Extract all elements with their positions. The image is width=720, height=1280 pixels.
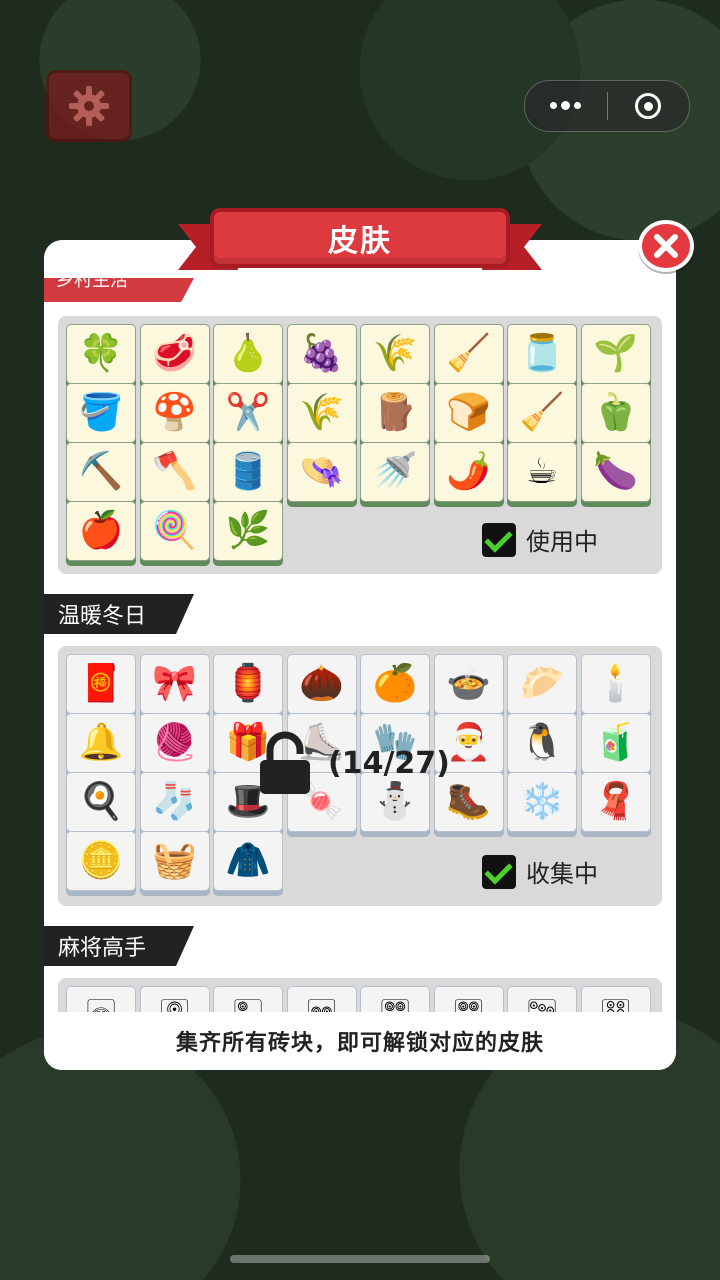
tile[interactable]: 🫑 bbox=[580, 383, 651, 443]
title-banner: 皮肤 bbox=[178, 208, 542, 282]
tile[interactable]: 🪵 bbox=[360, 383, 430, 443]
tile[interactable]: 🛢️ bbox=[213, 442, 283, 502]
tile[interactable]: 🥟 bbox=[507, 654, 577, 714]
status-label-rural: 使用中 bbox=[526, 528, 598, 556]
tile[interactable]: 🍊 bbox=[360, 654, 430, 714]
tile[interactable]: 🏮 bbox=[213, 654, 283, 714]
tile[interactable]: 🌾 bbox=[286, 383, 357, 443]
tile[interactable]: 🀚 bbox=[139, 986, 210, 1012]
close-icon bbox=[654, 234, 678, 258]
tile[interactable]: 🌶️ bbox=[433, 442, 504, 502]
tile[interactable]: 🧦 bbox=[139, 772, 210, 832]
gear-icon bbox=[69, 86, 109, 126]
tile[interactable]: 🍀 bbox=[66, 324, 136, 384]
tile[interactable]: 🌱 bbox=[580, 324, 651, 384]
tile[interactable]: 🌰 bbox=[286, 654, 357, 714]
tile[interactable]: 🀞 bbox=[433, 986, 504, 1012]
tile[interactable]: 🀠 bbox=[580, 986, 651, 1012]
tile[interactable]: 🀟 bbox=[507, 986, 577, 1012]
tile[interactable]: 🕯️ bbox=[580, 654, 651, 714]
tile[interactable]: 🍎 bbox=[66, 501, 136, 561]
lock-overlay: (14/27) bbox=[252, 730, 450, 796]
tile[interactable]: 🍲 bbox=[433, 654, 504, 714]
tile-panel-mahjong[interactable]: 🀙🀚🀛🀜🀝🀞🀟🀠 bbox=[58, 978, 662, 1012]
section-title-mahjong: 麻将高手 bbox=[58, 936, 147, 961]
tile[interactable]: 🧥 bbox=[213, 831, 283, 891]
tile[interactable]: 🍇 bbox=[286, 324, 357, 384]
skin-list[interactable]: 乡村生活 🍀 🥩 🍐 🍇 🌾 🧹 🫙 🌱 🪣 🍄 ✂️ 🌾 🪵 🍞 🧹 🫑 ⛏️ 🪓 🛢️ 👒 🚿 🌶️ ☕ 🍆 🍎 🍭 🌿 使用中… bbox=[44, 240, 676, 1012]
tile[interactable]: ⛏️ bbox=[66, 442, 136, 502]
tile[interactable]: ❄️ bbox=[507, 772, 577, 832]
status-winter[interactable]: 收集中 bbox=[482, 854, 598, 889]
tile[interactable]: 🍞 bbox=[433, 383, 504, 443]
tile[interactable]: 🍆 bbox=[580, 442, 651, 502]
home-indicator bbox=[230, 1255, 490, 1263]
tile[interactable]: 🪙 bbox=[66, 831, 136, 891]
padlock-icon bbox=[260, 731, 310, 794]
skin-modal: 乡村生活 🍀 🥩 🍐 🍇 🌾 🧹 🫙 🌱 🪣 🍄 ✂️ 🌾 🪵 🍞 🧹 🫑 ⛏️ 🪓 🛢️ 👒 🚿 🌶️ ☕ 🍆 🍎 🍭 🌿 使用中… bbox=[44, 240, 676, 1070]
tile[interactable]: ☕ bbox=[507, 442, 577, 502]
collection-progress: (14/27) bbox=[328, 745, 450, 781]
checkbox-checked-icon[interactable] bbox=[482, 522, 516, 557]
tile[interactable]: ✂️ bbox=[213, 383, 283, 443]
tile[interactable]: 🧶 bbox=[139, 713, 210, 773]
more-button[interactable] bbox=[525, 81, 607, 131]
tile[interactable]: 🀜 bbox=[286, 986, 357, 1012]
tile[interactable]: 🫙 bbox=[507, 324, 577, 384]
tile[interactable]: 🎀 bbox=[139, 654, 210, 714]
checkbox-checked-icon[interactable] bbox=[482, 854, 516, 889]
section-tab-rural: 乡村生活 bbox=[44, 278, 194, 302]
status-rural[interactable]: 使用中 bbox=[482, 522, 598, 557]
tile[interactable]: 🐧 bbox=[507, 713, 577, 773]
tile[interactable]: 🧧 bbox=[66, 654, 136, 714]
tile[interactable]: 🚿 bbox=[360, 442, 430, 502]
tile[interactable]: 🌾 bbox=[360, 324, 430, 384]
tile[interactable]: 🀛 bbox=[213, 986, 283, 1012]
tile[interactable]: 🧣 bbox=[580, 772, 651, 832]
tile[interactable]: 🍳 bbox=[66, 772, 136, 832]
tile[interactable]: 🥩 bbox=[139, 324, 210, 384]
modal-title: 皮肤 bbox=[210, 208, 510, 268]
tile[interactable]: 🍐 bbox=[213, 324, 283, 384]
tile[interactable]: 🧹 bbox=[433, 324, 504, 384]
tile[interactable]: 🪣 bbox=[66, 383, 136, 443]
tile[interactable]: 🧺 bbox=[139, 831, 210, 891]
miniapp-capsule bbox=[524, 80, 690, 132]
section-tab-mahjong: 麻将高手 bbox=[44, 926, 194, 966]
settings-button[interactable] bbox=[46, 70, 132, 142]
tile[interactable]: 🔔 bbox=[66, 713, 136, 773]
tile[interactable]: 🌿 bbox=[213, 501, 283, 561]
section-tab-winter: 温暖冬日 bbox=[44, 594, 194, 634]
close-miniapp-button[interactable] bbox=[608, 81, 690, 131]
tile[interactable]: 🧹 bbox=[507, 383, 577, 443]
tile[interactable]: 🧃 bbox=[580, 713, 651, 773]
tile[interactable]: 🀙 bbox=[66, 986, 136, 1012]
close-button[interactable] bbox=[638, 220, 694, 272]
target-icon bbox=[635, 93, 662, 119]
tile[interactable]: 👒 bbox=[286, 442, 357, 502]
tile[interactable]: 🍭 bbox=[139, 501, 210, 561]
unlock-hint: 集齐所有砖块，即可解锁对应的皮肤 bbox=[44, 1012, 676, 1070]
tile[interactable]: 🪓 bbox=[139, 442, 210, 502]
section-title-winter: 温暖冬日 bbox=[58, 604, 147, 629]
tile[interactable]: 🀝 bbox=[360, 986, 430, 1012]
tile[interactable]: 🍄 bbox=[139, 383, 210, 443]
status-label-winter: 收集中 bbox=[526, 860, 598, 888]
more-dots-icon bbox=[550, 101, 582, 110]
section-title-rural: 乡村生活 bbox=[56, 270, 128, 291]
